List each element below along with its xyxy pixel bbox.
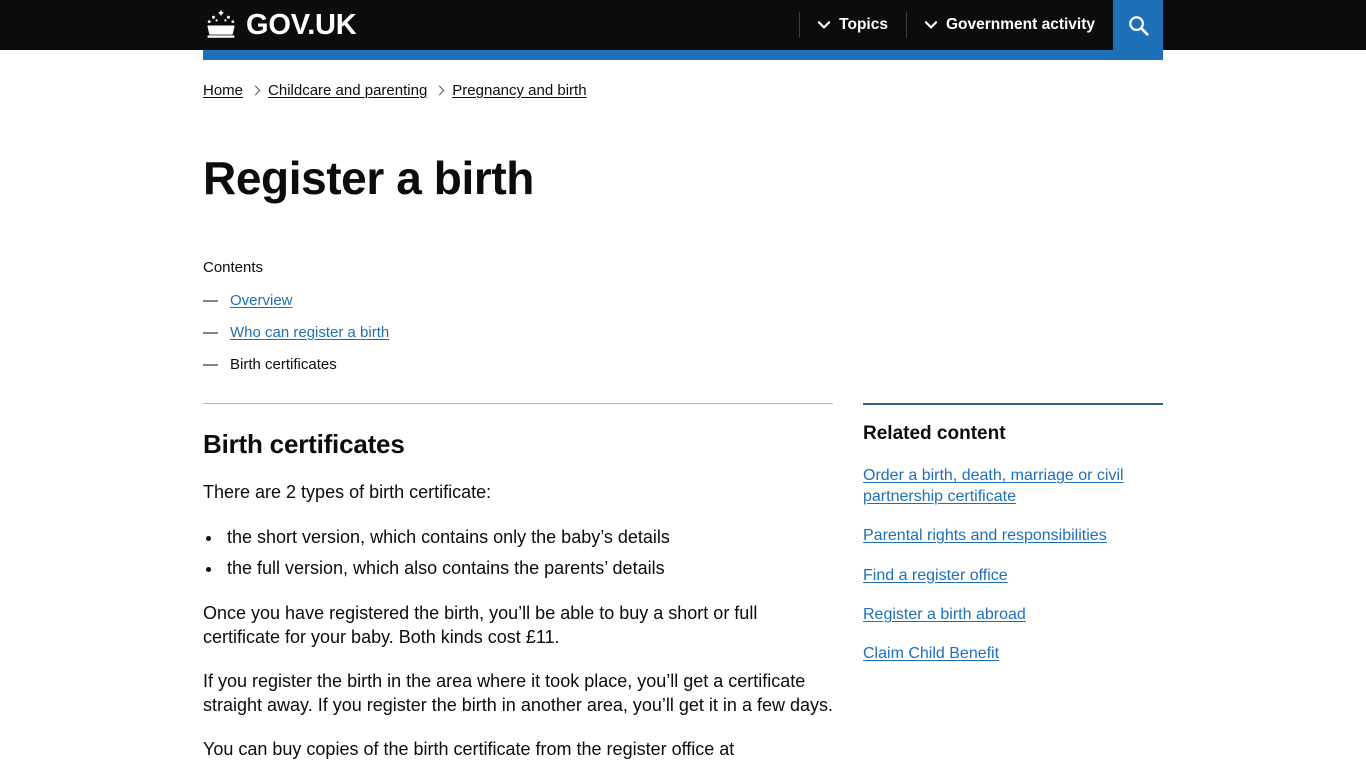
contents-current-page-birth-certificates: Birth certificates: [230, 355, 337, 373]
search-button[interactable]: [1113, 0, 1163, 50]
govuk-logo-text: GOV.UK: [246, 8, 357, 41]
related-link-order-certificate[interactable]: Order a birth, death, marriage or civil …: [863, 467, 1124, 504]
contents-marker: —: [203, 292, 218, 310]
related-link-find-register-office[interactable]: Find a register office: [863, 567, 1008, 584]
list-item: Register a birth abroad: [863, 605, 1163, 625]
related-content-sidebar: Related content Order a birth, death, ma…: [863, 403, 1163, 762]
content-columns: Birth certificates There are 2 types of …: [203, 403, 1163, 762]
related-link-claim-child-benefit[interactable]: Claim Child Benefit: [863, 645, 999, 662]
contents-item-overview: — Overview: [203, 292, 1163, 311]
header-navigation: Topics Government activity: [799, 0, 1163, 50]
list-item: Find a register office: [863, 566, 1163, 586]
search-icon: [1128, 15, 1149, 36]
intro-paragraph: There are 2 types of birth certificate:: [203, 482, 492, 503]
crown-icon: [203, 9, 239, 41]
header-inner: GOV.UK Topics Government activity: [203, 0, 1163, 50]
header-accent-wrap: [203, 50, 1163, 60]
paragraph-cost: Once you have registered the birth, you’…: [203, 602, 758, 647]
page-container: Home Childcare and parenting Pregnancy a…: [203, 60, 1163, 762]
contents-item-who-can-register-a-birth: — Who can register a birth: [203, 324, 1163, 343]
contents-item-birth-certificates: — Birth certificates: [203, 356, 1163, 375]
certificate-types-list: the short version, which contains only t…: [223, 526, 833, 581]
breadcrumb-item-childcare-and-parenting[interactable]: Childcare and parenting: [268, 82, 427, 101]
breadcrumb-item-pregnancy-and-birth[interactable]: Pregnancy and birth: [452, 82, 586, 101]
main-content: Birth certificates There are 2 types of …: [203, 403, 833, 762]
section-heading: Birth certificates: [203, 429, 405, 460]
page-title: Register a birth: [203, 151, 535, 204]
chevron-right-icon: [434, 85, 445, 96]
nav-item-topics-label: Topics: [839, 16, 888, 33]
contents-link-who-can-register-a-birth[interactable]: Who can register a birth: [230, 324, 389, 343]
breadcrumb: Home Childcare and parenting Pregnancy a…: [203, 82, 1163, 101]
list-item: the short version, which contains only t…: [223, 526, 833, 550]
nav-item-topics[interactable]: Topics: [800, 0, 906, 50]
sidebar-divider: [863, 403, 1163, 406]
related-links-list: Order a birth, death, marriage or civil …: [863, 466, 1163, 665]
list-item: Parental rights and responsibilities: [863, 526, 1163, 546]
nav-item-government-activity[interactable]: Government activity: [907, 0, 1113, 50]
contents-marker: —: [203, 323, 218, 341]
contents-link-overview[interactable]: Overview: [230, 292, 293, 311]
contents-list: — Overview — Who can register a birth — …: [203, 292, 1163, 374]
contents-marker: —: [203, 355, 218, 373]
chevron-down-icon: [818, 21, 831, 29]
paragraph-copies-clipped: You can buy copies of the birth certific…: [203, 739, 735, 760]
list-item: Order a birth, death, marriage or civil …: [863, 466, 1163, 507]
contents-heading: Contents: [203, 259, 264, 277]
site-header: GOV.UK Topics Government activity: [0, 0, 1366, 50]
nav-item-government-activity-label: Government activity: [945, 16, 1095, 33]
breadcrumb-item-home[interactable]: Home: [203, 82, 243, 101]
list-item: the full version, which also contains th…: [223, 557, 833, 581]
related-link-parental-rights[interactable]: Parental rights and responsibilities: [863, 527, 1107, 544]
chevron-right-icon: [250, 85, 261, 96]
paragraph-delivery: If you register the birth in the area wh…: [203, 671, 833, 715]
list-item: Claim Child Benefit: [863, 644, 1163, 664]
header-accent-bar: [203, 50, 1163, 60]
sidebar-heading: Related content: [863, 423, 1006, 445]
related-link-register-birth-abroad[interactable]: Register a birth abroad: [863, 606, 1026, 623]
govuk-logo-link[interactable]: GOV.UK: [203, 9, 357, 41]
section-divider: [203, 403, 833, 405]
contents-nav: Contents — Overview — Who can register a…: [203, 259, 1163, 374]
chevron-down-icon: [924, 21, 937, 29]
